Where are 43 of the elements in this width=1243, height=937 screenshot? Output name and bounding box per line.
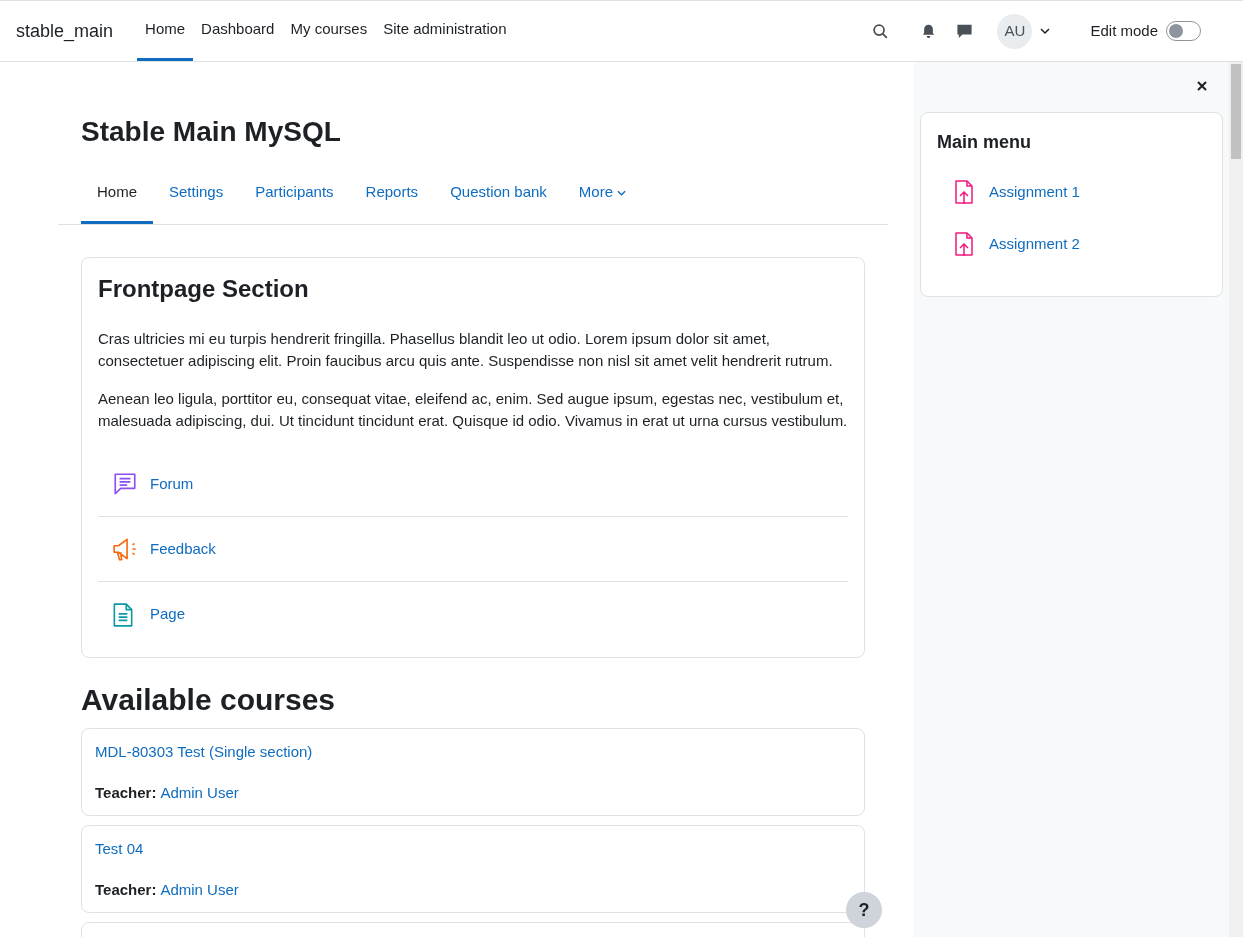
- teacher-label: Teacher:: [95, 782, 157, 803]
- course-link[interactable]: Test 04: [95, 838, 851, 861]
- course-link[interactable]: MDL-80303 Test (Single section): [95, 741, 851, 764]
- search-icon[interactable]: [872, 22, 890, 40]
- file-upload-icon: [954, 231, 974, 257]
- teacher-link[interactable]: Admin User: [160, 878, 239, 901]
- chat-icon[interactable]: [956, 23, 974, 39]
- activity-link[interactable]: Forum: [150, 472, 194, 496]
- edit-mode-label: Edit mode: [1090, 20, 1158, 41]
- close-icon[interactable]: [1196, 80, 1208, 92]
- nav-link[interactable]: Dashboard: [193, 1, 283, 61]
- course-tab[interactable]: Home: [81, 164, 153, 224]
- activity-link[interactable]: Page: [150, 603, 186, 626]
- block-title: Main menu: [937, 131, 1032, 154]
- paragraph: Aenean leo ligula, porttitor eu, consequat vitae, eleifend ac, enim. Sed augue ipsum, egestas nec, vestibulum et, malesuada adipiscing, dui. Ut tincidunt tincidunt erat. Quisque id odio. Vivamus in erat ut urna cursus vestibulum.: [98, 389, 848, 431]
- activity-link[interactable]: Assignment 1: [989, 180, 1080, 204]
- caret-icon: [617, 189, 627, 196]
- course-tab[interactable]: Participants: [239, 164, 350, 224]
- course-tab[interactable]: Reports: [349, 164, 435, 224]
- nav-link[interactable]: Site administration: [375, 1, 515, 61]
- activity-link[interactable]: Assignment 2: [989, 232, 1080, 256]
- caret-icon[interactable]: [1040, 27, 1051, 35]
- help-button[interactable]: ?: [846, 892, 882, 928]
- edit-mode-switch[interactable]: [1166, 21, 1201, 41]
- file-upload-icon: [954, 179, 974, 205]
- scrollbar[interactable]: [1229, 62, 1243, 937]
- site-name[interactable]: stable_main: [16, 17, 114, 45]
- course-tab[interactable]: Question bank: [434, 164, 563, 224]
- teacher-label: Teacher:: [95, 879, 157, 900]
- section-heading: Available courses: [81, 682, 337, 718]
- nav-link[interactable]: Home: [137, 1, 194, 61]
- course-tab[interactable]: Settings: [153, 164, 240, 224]
- course-tab[interactable]: More: [562, 164, 643, 224]
- document-icon: [112, 601, 134, 628]
- activity-link[interactable]: Feedback: [150, 537, 216, 561]
- avatar[interactable]: AU: [997, 13, 1033, 49]
- page-title: Stable Main MySQL: [81, 115, 342, 149]
- paragraph: Cras ultricies mi eu turpis hendrerit fringilla. Phasellus blandit leo ut odio. Lorem ipsum dolor sit amet, consectetuer adipiscing elit. Proin faucibus arcu quis ante. Suspendisse non nisl sit amet velit hendrerit rutrum.: [98, 329, 834, 371]
- nav-link[interactable]: My courses: [282, 1, 376, 61]
- speech-bubble-icon: [112, 471, 138, 497]
- teacher-link[interactable]: Admin User: [160, 781, 239, 804]
- section-title: Frontpage Section: [98, 274, 310, 304]
- bell-icon[interactable]: [921, 23, 937, 39]
